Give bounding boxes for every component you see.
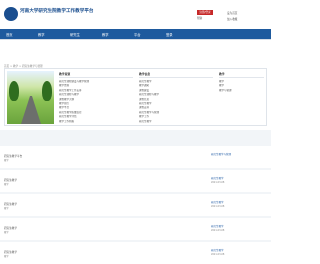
list-card[interactable]: 研究生教学平台 教学 研究生教学与管理 xyxy=(0,146,271,168)
nav-item[interactable]: 教学 xyxy=(38,32,45,37)
list-card[interactable]: 研究生教学 教学 研究生教学 2021-03-08 xyxy=(0,170,271,192)
right-link[interactable]: 加入收藏 xyxy=(227,17,237,21)
card-subtitle: 教学 xyxy=(4,183,9,186)
nav-item[interactable]: 研究生 xyxy=(70,32,80,37)
card-link[interactable]: 研究生教学 xyxy=(211,224,224,228)
nav-item[interactable]: 登录 xyxy=(166,32,173,37)
column-title: 教学 xyxy=(219,72,264,78)
list-item[interactable]: 教学工作简报 xyxy=(59,120,133,124)
misc-column: 教学 教学 教学 教学与管理 xyxy=(219,72,264,93)
list-card[interactable]: 研究生教学 教学 研究生教学 2021-03-08 xyxy=(0,194,271,216)
resource-column: 教学资源 研究生课程建设与教学管理 教学资源 研究生教学工作安排 研究生课程与教… xyxy=(59,72,133,124)
logo-icon xyxy=(4,7,18,21)
info-column: 教学信息 研究生教学 教学通知 课程建设 研究生课程与教学 课程信息 研究生教学… xyxy=(139,72,213,124)
content-panel: 教学资源 研究生课程建设与教学管理 教学资源 研究生教学工作安排 研究生课程与教… xyxy=(4,68,267,126)
site-title: 河南大学研究生院教学工作教学平台 xyxy=(20,9,94,14)
card-date: 2021-03-08 xyxy=(211,229,225,232)
nav-item[interactable]: 首页 xyxy=(6,32,13,37)
tree-shape xyxy=(42,81,52,101)
list-card[interactable]: 研究生教学 教学 研究生教学 2021-03-08 xyxy=(0,218,271,240)
card-subtitle: 教学 xyxy=(4,207,9,210)
header: 河南大学研究生院教学工作教学平台 注册/登录 帮助 设为首页 加入收藏 xyxy=(0,0,271,29)
column-title: 教学信息 xyxy=(139,72,213,78)
card-date: 2021-03-08 xyxy=(211,205,225,208)
card-link[interactable]: 研究生教学 xyxy=(211,200,224,204)
card-link[interactable]: 研究生教学 xyxy=(211,176,224,180)
main-nav: 首页 教学 研究生 教学 平台 登录 xyxy=(0,29,271,39)
nav-item[interactable]: 教学 xyxy=(102,32,109,37)
register-button[interactable]: 注册/登录 xyxy=(197,10,213,15)
card-subtitle: 教学 xyxy=(4,255,9,258)
list-item[interactable]: 教学与管理 xyxy=(219,89,264,93)
card-date: 2021-03-08 xyxy=(211,181,225,184)
card-subtitle: 教学 xyxy=(4,159,9,162)
list-card[interactable]: 研究生教学 教学 研究生教学 2021-03-08 xyxy=(0,242,271,264)
divider xyxy=(0,39,271,40)
right-link[interactable]: 设为首页 xyxy=(227,11,237,15)
card-subtitle: 教学 xyxy=(4,231,9,234)
campus-photo xyxy=(7,71,54,124)
card-list: 研究生教学平台 教学 研究生教学与管理 研究生教学 教学 研究生教学 2021-… xyxy=(0,130,271,264)
card-link[interactable]: 研究生教学 xyxy=(211,248,224,252)
help-link[interactable]: 帮助 xyxy=(197,16,202,20)
column-title: 教学资源 xyxy=(59,72,133,78)
nav-item[interactable]: 平台 xyxy=(134,32,141,37)
list-item[interactable]: 研究生教学 xyxy=(139,120,213,124)
tree-shape xyxy=(9,81,19,101)
card-date: 2021-03-08 xyxy=(211,253,225,256)
card-link[interactable]: 研究生教学与管理 xyxy=(211,152,231,156)
road-shape xyxy=(21,96,41,124)
